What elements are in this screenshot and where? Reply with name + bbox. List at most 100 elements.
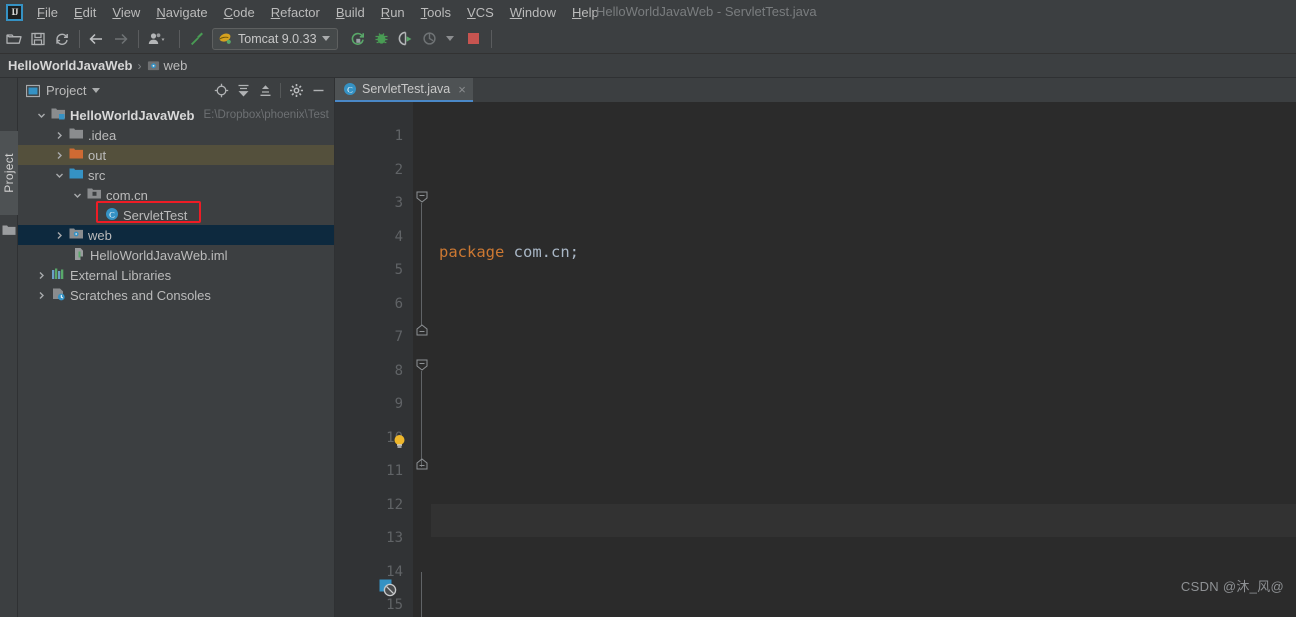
menu-refactor[interactable]: Refactor [263,3,328,22]
chevron-right-icon[interactable] [36,271,47,280]
hide-panel-icon[interactable] [308,81,328,101]
project-tree[interactable]: HelloWorldJavaWeb E:\Dropbox\phoenix\Tes… [18,103,334,617]
folder-orange-icon [69,147,84,164]
close-icon[interactable]: × [458,82,466,97]
locate-target-icon[interactable] [211,81,231,101]
chevron-right-icon[interactable] [54,151,65,160]
tree-item-src[interactable]: src [18,165,334,185]
fold-end-javadoc-icon[interactable] [416,458,428,473]
tree-label: HelloWorldJavaWeb [70,107,195,123]
run-icon[interactable] [346,27,370,51]
servlet-class-marker-icon[interactable] [379,579,397,601]
editor-tab-bar: C ServletTest.java × [335,78,1296,102]
breadcrumb-item-project[interactable]: HelloWorldJavaWeb [8,58,133,73]
chevron-right-icon[interactable] [54,231,65,240]
package-icon [87,187,102,204]
tree-item-iml-file[interactable]: HelloWorldJavaWeb.iml [18,245,334,265]
chevron-down-icon[interactable] [36,111,47,120]
tree-item-scratches-consoles[interactable]: Scratches and Consoles [18,285,334,305]
debug-icon[interactable] [370,27,394,51]
line-number: 2 [394,161,403,178]
synchronize-icon[interactable] [50,27,74,51]
tree-item-idea[interactable]: .idea [18,125,334,145]
menu-edit[interactable]: Edit [66,3,104,22]
menu-tools[interactable]: Tools [413,3,459,22]
line-number: 1 [394,128,403,144]
iml-file-icon [72,247,86,264]
tree-item-com-cn[interactable]: com.cn [18,185,334,205]
code-editor[interactable]: 1 2 3 4 5 6 7 8 9 10 11 12 13 14 15 16 [335,102,1296,617]
tree-label: External Libraries [70,267,172,283]
intention-bulb-icon[interactable] [393,434,406,453]
web-folder-icon [69,227,84,244]
build-hammer-icon[interactable] [185,27,209,51]
editor-tab-servlettest[interactable]: C ServletTest.java × [335,78,473,102]
project-window-icon [26,84,40,97]
tomcat-icon [219,33,231,44]
expand-all-icon[interactable] [233,81,253,101]
chevron-right-icon[interactable] [36,291,47,300]
java-class-icon: C [344,83,356,95]
menu-run[interactable]: Run [373,3,413,22]
run-config-label: Tomcat 9.0.33 [238,31,317,46]
toolbar-separator-4 [490,29,492,48]
chevron-down-icon[interactable] [54,171,65,180]
fold-end-import-icon[interactable] [416,324,428,339]
menu-vcs[interactable]: VCS [459,3,502,22]
profiler-dropdown-icon[interactable] [442,27,458,51]
chevron-right-icon[interactable] [54,131,65,140]
tree-item-web[interactable]: web [18,225,334,245]
scratches-icon [51,287,66,304]
open-folder-icon[interactable] [2,27,26,51]
token-package-name: com.cn; [513,243,579,261]
save-all-icon[interactable] [26,27,50,51]
code-text[interactable]: package com.cn; import javax.servlet.Ser… [431,102,1296,617]
editor-tab-label: ServletTest.java [362,82,451,96]
panel-action-divider [280,83,281,98]
tree-item-external-libraries[interactable]: External Libraries [18,265,334,285]
menu-window[interactable]: Window [502,3,564,22]
menu-code[interactable]: Code [216,3,263,22]
tool-window-tab-project[interactable]: Project [0,131,18,215]
tree-item-servlettest[interactable]: C ServletTest [18,205,334,225]
project-rail-folder-icon [2,224,16,239]
tree-label: web [88,227,112,243]
breadcrumb-item-web[interactable]: web [147,58,187,73]
main-content: Project Project HelloWorldJavaWeb E:\Dro… [0,78,1296,617]
menu-file[interactable]: File [29,3,66,22]
menu-view[interactable]: View [104,3,148,22]
breadcrumb-separator: › [137,58,142,73]
collapse-all-icon[interactable] [255,81,275,101]
tree-item-out[interactable]: out [18,145,334,165]
main-toolbar: Tomcat 9.0.33 [0,24,1296,54]
fold-region-line-2 [421,371,422,467]
line-number: 9 [394,396,403,412]
settings-gear-icon[interactable] [286,81,306,101]
chevron-down-icon[interactable] [92,88,101,93]
fold-collapse-javadoc-icon[interactable] [416,359,428,374]
user-profile-icon[interactable] [144,27,174,51]
chevron-down-icon[interactable] [72,191,83,200]
project-tool-window: Project HelloWorldJavaWeb E:\Dropbox\pho… [18,78,335,617]
chevron-down-icon[interactable] [321,36,330,41]
toolbar-separator-3 [179,29,180,48]
menu-navigate[interactable]: Navigate [148,3,215,22]
navigate-forward-icon [109,27,133,51]
stop-icon[interactable] [462,27,486,51]
editor-fold-column[interactable] [413,102,431,617]
run-with-coverage-icon[interactable] [394,27,418,51]
csdn-watermark: CSDN @沐_风@ [1180,579,1284,594]
menu-build[interactable]: Build [328,3,373,22]
fold-collapse-import-icon[interactable] [416,191,428,206]
tree-item-helloworldjavaweb[interactable]: HelloWorldJavaWeb E:\Dropbox\phoenix\Tes… [18,105,334,125]
tree-label: src [88,167,106,183]
editor-gutter[interactable]: 1 2 3 4 5 6 7 8 9 10 11 12 13 14 15 16 [335,102,413,617]
caret-line-highlight [431,503,1296,537]
token-keyword-package: package [439,243,505,261]
profiler-icon [418,27,442,51]
run-configuration-selector[interactable]: Tomcat 9.0.33 [212,27,338,50]
navigate-back-icon[interactable] [85,27,109,51]
tree-label: Scratches and Consoles [70,287,211,303]
tree-label: ServletTest [123,207,188,223]
intellij-idea-window: IJ File Edit View Navigate Code Refactor… [0,0,1296,617]
